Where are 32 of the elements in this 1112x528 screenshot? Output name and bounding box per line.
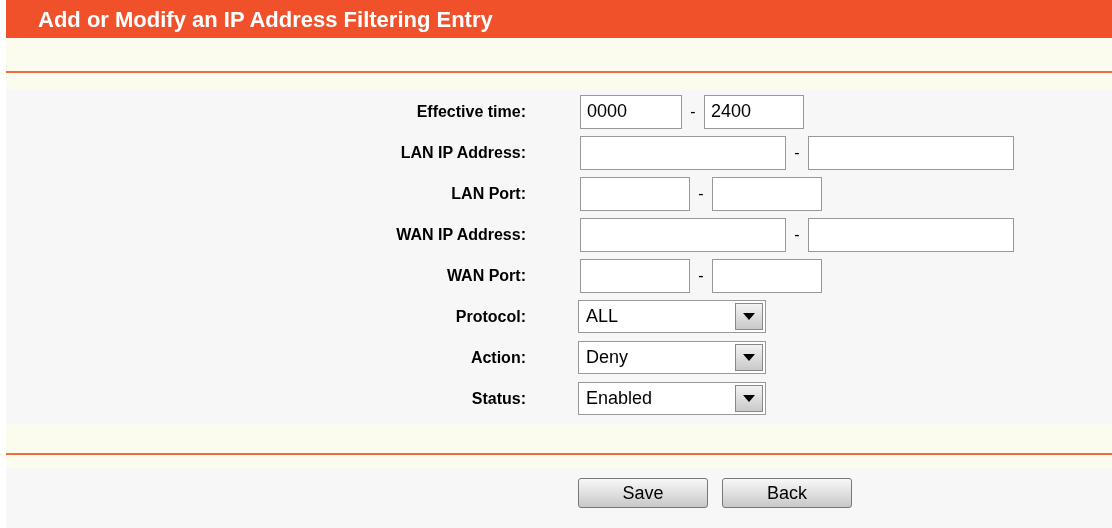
- input-field[interactable]: [580, 176, 690, 211]
- range-separator: -: [793, 225, 801, 244]
- input-field[interactable]: [580, 217, 786, 252]
- input-field[interactable]: [808, 135, 1014, 170]
- field-label: WAN IP Address:: [395, 225, 526, 245]
- caret-icon: [743, 354, 755, 361]
- form-button[interactable]: Back: [722, 478, 852, 508]
- field-label: Status:: [470, 389, 526, 409]
- dropdown[interactable]: Enabled: [578, 382, 766, 415]
- range-separator: -: [697, 266, 705, 285]
- input-field[interactable]: 0000: [580, 94, 682, 129]
- page-title: Add or Modify an IP Address Filtering Entry: [6, 0, 1112, 38]
- field-label: Effective time:: [415, 102, 526, 122]
- input-field[interactable]: [712, 258, 822, 293]
- caret-icon: [743, 395, 755, 402]
- field-label: Protocol:: [454, 307, 526, 327]
- range-separator: -: [793, 143, 801, 162]
- input-field[interactable]: 2400: [704, 94, 804, 129]
- input-field[interactable]: [808, 217, 1014, 252]
- range-separator: -: [689, 102, 697, 121]
- field-label: LAN IP Address:: [399, 143, 526, 163]
- field-label: Action:: [469, 348, 526, 368]
- dropdown[interactable]: Deny: [578, 341, 766, 374]
- field-label: WAN Port:: [445, 266, 526, 286]
- field-label: LAN Port:: [450, 184, 526, 204]
- input-field[interactable]: [712, 176, 822, 211]
- range-separator: -: [697, 184, 705, 203]
- input-field[interactable]: [580, 258, 690, 293]
- caret-icon: [743, 313, 755, 320]
- form-button[interactable]: Save: [578, 478, 708, 508]
- dropdown[interactable]: ALL: [578, 300, 766, 333]
- input-field[interactable]: [580, 135, 786, 170]
